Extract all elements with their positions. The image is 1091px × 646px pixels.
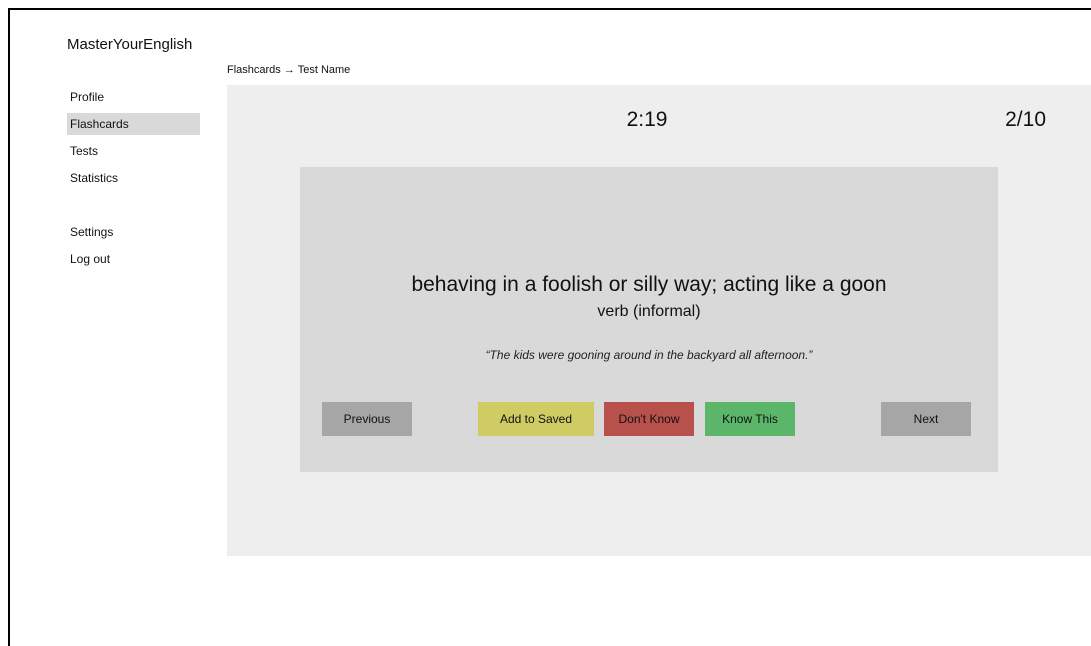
breadcrumb: Flashcards → Test Name [227,64,351,76]
sidebar-item-tests[interactable]: Tests [67,140,200,162]
card-definition: behaving in a foolish or silly way; acti… [411,273,887,296]
sidebar-item-profile[interactable]: Profile [67,86,200,108]
sidebar-item-flashcards[interactable]: Flashcards [67,113,200,135]
add-to-saved-button[interactable]: Add to Saved [478,402,594,436]
card-part-of-speech: verb (informal) [597,303,701,320]
quiz-timer: 2:19 [626,108,668,131]
sidebar-item-statistics[interactable]: Statistics [67,167,200,189]
next-button[interactable]: Next [881,402,971,436]
sidebar-item-settings[interactable]: Settings [67,221,200,243]
sidebar-item-logout[interactable]: Log out [67,248,200,270]
quiz-progress: 2/10 [1005,108,1046,131]
flashcard-panel: 2:19 2/10 behaving in a foolish or silly… [227,85,1091,556]
know-this-button[interactable]: Know This [705,402,795,436]
previous-button[interactable]: Previous [322,402,412,436]
sidebar: Profile Flashcards Tests Statistics Sett… [67,86,200,275]
app-title: MasterYourEnglish [67,36,193,53]
dont-know-button[interactable]: Don't Know [604,402,694,436]
card-example-sentence: “The kids were gooning around in the bac… [485,348,813,362]
flashcard: behaving in a foolish or silly way; acti… [300,167,998,472]
